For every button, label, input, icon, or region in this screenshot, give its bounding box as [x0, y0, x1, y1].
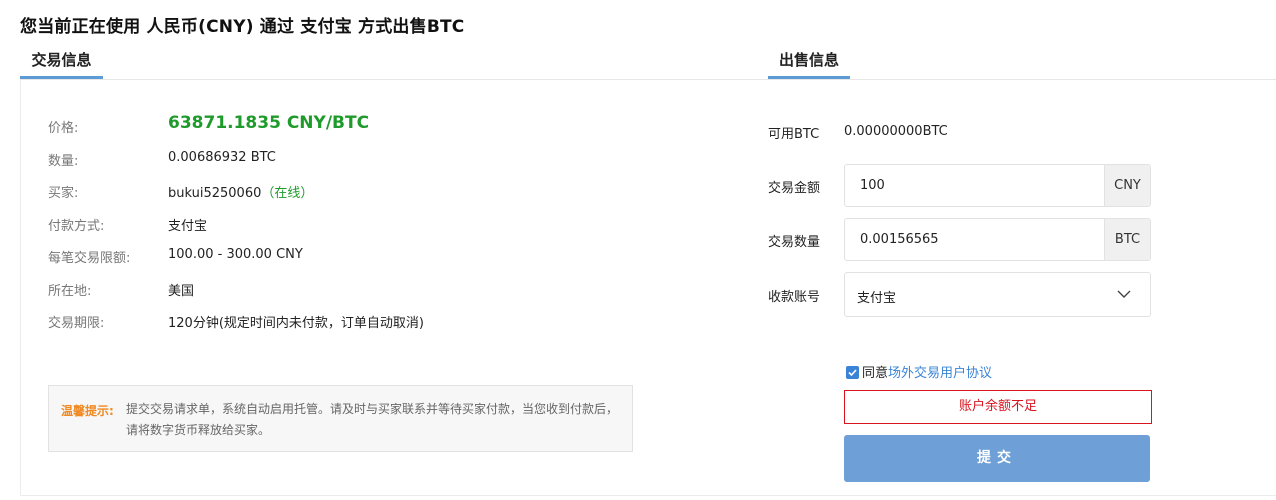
- amount-field[interactable]: 100 CNY: [844, 164, 1151, 207]
- period-value: 120分钟(规定时间内未付款，订单自动取消): [168, 316, 424, 331]
- buyer-name[interactable]: bukui5250060: [168, 186, 261, 201]
- account-select[interactable]: 支付宝: [844, 272, 1151, 317]
- agreement-row: 同意场外交易用户协议: [846, 362, 992, 381]
- agree-checkbox[interactable]: [846, 366, 859, 379]
- amount-label: 交易金额: [768, 181, 821, 196]
- page-title: 您当前正在使用 人民币(CNY) 通过 支付宝 方式出售BTC: [20, 17, 465, 37]
- quantity-unit: BTC: [1104, 219, 1150, 260]
- available-label: 可用BTC: [768, 127, 820, 142]
- agreement-link[interactable]: 场外交易用户协议: [888, 366, 992, 381]
- tab-trade-info[interactable]: 交易信息: [20, 46, 103, 79]
- error-message: 账户余额不足: [844, 390, 1152, 424]
- amount-unit: CNY: [1104, 165, 1150, 206]
- price-label: 价格:: [48, 121, 79, 136]
- quantity-label: 数量:: [48, 154, 79, 169]
- payment-label: 付款方式:: [48, 219, 105, 234]
- price-value: 63871.1835 CNY/BTC: [168, 113, 370, 133]
- buyer-value: bukui5250060（在线）: [168, 182, 313, 201]
- check-icon: [848, 369, 857, 377]
- account-label: 收款账号: [768, 290, 821, 305]
- period-label: 交易期限:: [48, 316, 105, 331]
- quantity-value: 0.00686932 BTC: [168, 150, 276, 165]
- quantity-field[interactable]: 0.00156565 BTC: [844, 218, 1151, 261]
- location-value: 美国: [168, 284, 195, 299]
- buyer-online-status: （在线）: [261, 186, 314, 201]
- quantity-field-label: 交易数量: [768, 235, 821, 250]
- submit-button[interactable]: 提交: [844, 435, 1150, 482]
- tab-sell-info[interactable]: 出售信息: [768, 46, 850, 79]
- chevron-down-icon: [1117, 290, 1131, 298]
- tip-box: 温馨提示: 提交交易请求单，系统自动启用托管。请及时与买家联系并等待买家付款，当…: [48, 385, 633, 452]
- limit-value: 100.00 - 300.00 CNY: [168, 247, 303, 262]
- payment-value: 支付宝: [168, 219, 208, 234]
- limit-label: 每笔交易限额:: [48, 251, 131, 266]
- tip-text: 提交交易请求单，系统自动启用托管。请及时与买家联系并等待买家付款，当您收到付款后…: [126, 402, 619, 437]
- agree-prefix: 同意: [862, 366, 889, 381]
- tip-label: 温馨提示:: [61, 404, 114, 418]
- quantity-input[interactable]: 0.00156565: [860, 232, 939, 247]
- buyer-label: 买家:: [48, 186, 79, 201]
- amount-input[interactable]: 100: [860, 178, 885, 193]
- account-selected-value: 支付宝: [857, 291, 897, 306]
- location-label: 所在地:: [48, 284, 92, 299]
- available-value: 0.00000000BTC: [844, 124, 948, 139]
